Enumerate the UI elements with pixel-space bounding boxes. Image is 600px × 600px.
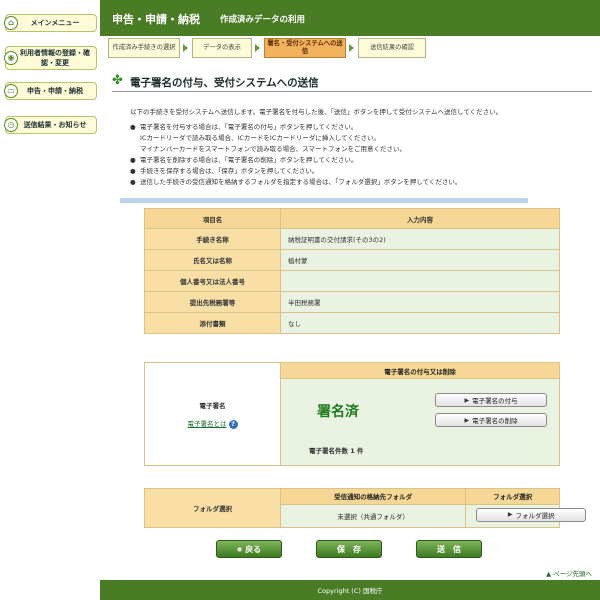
signature-count: 電子署名件数 1 件 bbox=[309, 447, 364, 455]
highlight-bar bbox=[120, 198, 528, 203]
sidebar-item-user-info[interactable]: ◉ 利用者情報の登録・確認・変更 bbox=[4, 46, 97, 70]
table-key: 手続き名称 bbox=[144, 228, 281, 250]
table-key: 提出先税務署等 bbox=[144, 291, 281, 313]
step-arrow-icon bbox=[255, 44, 260, 52]
table-key: 氏名又は名称 bbox=[144, 249, 281, 271]
send-button[interactable]: 送 信 bbox=[416, 540, 482, 558]
table-row: 添付書類 なし bbox=[144, 312, 560, 334]
folder-table: フォルダ選択 受信通知の格納先フォルダ フォルダ選択 未選択（共通フォルダ） ▶… bbox=[144, 488, 587, 529]
clock-icon: ◷ bbox=[4, 118, 18, 132]
table-key: 個人番号又は法人番号 bbox=[144, 270, 281, 292]
user-icon: ◉ bbox=[4, 51, 18, 65]
copyright: Copyright (C) 国税庁 bbox=[317, 587, 383, 595]
main-content: ✤ 電子署名の付与、受付システムへの送信 以下の手続きを受付システムへ送信します… bbox=[100, 60, 600, 580]
list-item: ● 電子署名を付与する場合は、「電子署名の付与」ボタンを押してください。 bbox=[130, 123, 358, 131]
signature-table: 電子署名 電子署名とは? 電子署名の付与又は削除 署名済 電子署名件数 1 件 … bbox=[144, 362, 560, 466]
header-subtitle: 作成済みデータの利用 bbox=[220, 15, 306, 25]
page-title: ✤ 電子署名の付与、受付システムへの送信 bbox=[112, 74, 592, 92]
folder-select-button[interactable]: ▶ フォルダ選択 bbox=[476, 507, 587, 522]
signature-body: 署名済 電子署名件数 1 件 ▶ 電子署名の付与 ▶ 電子署名の削除 bbox=[280, 378, 560, 466]
folder-button-cell: ▶ フォルダ選択 bbox=[465, 503, 587, 529]
signature-status: 署名済 bbox=[317, 404, 359, 420]
page-title-text: 電子署名の付与、受付システムへの送信 bbox=[130, 77, 319, 89]
sidebar: ⌂ メインメニュー ◉ 利用者情報の登録・確認・変更 ▭ 申告・申請・納税 ◷ … bbox=[0, 0, 100, 600]
arrow-right-icon: ▶ bbox=[464, 416, 470, 424]
step-indicator: 作成済み手続きの選択 データの表示 署名・受付システムへの送信 送信結果の確認 bbox=[100, 36, 600, 60]
table-value bbox=[280, 270, 560, 292]
footer: Copyright (C) 国税庁 bbox=[100, 580, 600, 600]
table-value: 納税証明書の交付請求(その3の2) bbox=[280, 228, 560, 250]
sidebar-item-label: 利用者情報の登録・確認・変更 bbox=[20, 49, 90, 67]
step-sign-send: 署名・受付システムへの送信 bbox=[264, 38, 346, 58]
table-value: 半田税務署 bbox=[280, 291, 560, 313]
step-display: データの表示 bbox=[192, 38, 252, 58]
table-row: 提出先税務署等 半田税務署 bbox=[144, 291, 560, 313]
save-button[interactable]: 保 存 bbox=[316, 540, 382, 558]
sidebar-item-label: 申告・申請・納税 bbox=[27, 87, 83, 95]
table-row: 氏名又は名称 植村蒙 bbox=[144, 249, 560, 271]
instruction-list: ● 電子署名を付与する場合は、「電子署名の付与」ボタンを押してください。 ICカー… bbox=[130, 122, 600, 188]
table-row: 手続き名称 納税証明書の交付請求(その3の2) bbox=[144, 228, 560, 250]
help-icon[interactable]: ? bbox=[228, 419, 238, 429]
page-top-icon: ▲ bbox=[546, 570, 552, 578]
delete-signature-button[interactable]: ▶ 電子署名の削除 bbox=[435, 413, 547, 427]
step-arrow-icon bbox=[349, 44, 354, 52]
step-arrow-icon bbox=[183, 44, 188, 52]
page-header: 申告・申請・納税 作成済みデータの利用 bbox=[100, 0, 600, 36]
list-item: ● 送信した手続きの受信通知を格納するフォルダを指定する場合は、「フォルダ選択」ボ… bbox=[130, 178, 462, 186]
home-icon: ⌂ bbox=[4, 16, 18, 30]
list-item: ● 手続きを保存する場合は、「保存」ボタンを押してください。 bbox=[130, 167, 319, 175]
table-header: 入力内容 bbox=[280, 208, 560, 229]
sidebar-item-filing[interactable]: ▭ 申告・申請・納税 bbox=[4, 82, 97, 100]
page-top-link[interactable]: ▲ ページ先頭へ bbox=[546, 568, 592, 578]
table-value: なし bbox=[280, 312, 560, 334]
list-item: ● 電子署名を削除する場合は、「電子署名の削除」ボタンを押してください。 bbox=[130, 156, 358, 164]
back-button[interactable]: ◉ 戻る bbox=[216, 540, 282, 558]
table-key: 添付書類 bbox=[144, 312, 281, 334]
folder-col-header: 受信通知の格納先フォルダ bbox=[279, 488, 467, 505]
table-header-row: 項目名 入力内容 bbox=[144, 208, 560, 229]
add-signature-button[interactable]: ▶ 電子署名の付与 bbox=[435, 393, 547, 407]
info-table: 項目名 入力内容 手続き名称 納税証明書の交付請求(その3の2) 氏名又は名称 … bbox=[144, 208, 560, 334]
signature-help-link[interactable]: 電子署名とは bbox=[188, 420, 227, 428]
list-item: ICカードリーダで読み取る場合、ICカードをICカードリーダに挿入してください。 bbox=[140, 134, 380, 142]
signature-header: 電子署名の付与又は削除 bbox=[280, 362, 560, 379]
filing-icon: ▭ bbox=[4, 84, 18, 98]
folder-value: 未選択（共通フォルダ） bbox=[279, 503, 467, 529]
arrow-right-icon: ▶ bbox=[507, 511, 513, 519]
circle-arrow-icon: ◉ bbox=[236, 545, 243, 553]
intro-text: 以下の手続きを受付システムへ送信します。電子署名を付与した後、「送信」ボタンを押… bbox=[130, 108, 503, 116]
sidebar-item-main-menu[interactable]: ⌂ メインメニュー bbox=[4, 14, 97, 32]
sidebar-item-label: メインメニュー bbox=[30, 19, 80, 27]
step-select: 作成済み手続きの選択 bbox=[108, 38, 180, 58]
list-item: マイナンバーカードをスマートフォンで読み取る場合、スマートフォンをご用意ください… bbox=[140, 145, 406, 153]
header-title: 申告・申請・納税 bbox=[112, 13, 200, 26]
signature-help: 電子署名とは? bbox=[145, 418, 280, 429]
step-result: 送信結果の確認 bbox=[358, 38, 426, 58]
clover-icon: ✤ bbox=[112, 73, 123, 88]
arrow-right-icon: ▶ bbox=[464, 396, 470, 404]
table-header: 項目名 bbox=[144, 208, 281, 229]
table-value: 植村蒙 bbox=[280, 249, 560, 271]
signature-label-cell: 電子署名 電子署名とは? bbox=[144, 362, 281, 466]
folder-col-header: フォルダ選択 bbox=[465, 488, 560, 505]
signature-label: 電子署名 bbox=[199, 401, 226, 410]
sidebar-item-results[interactable]: ◷ 送信結果・お知らせ bbox=[4, 116, 97, 134]
table-row: 個人番号又は法人番号 bbox=[144, 270, 560, 292]
sidebar-item-label: 送信結果・お知らせ bbox=[23, 121, 87, 129]
folder-label: フォルダ選択 bbox=[144, 488, 281, 528]
